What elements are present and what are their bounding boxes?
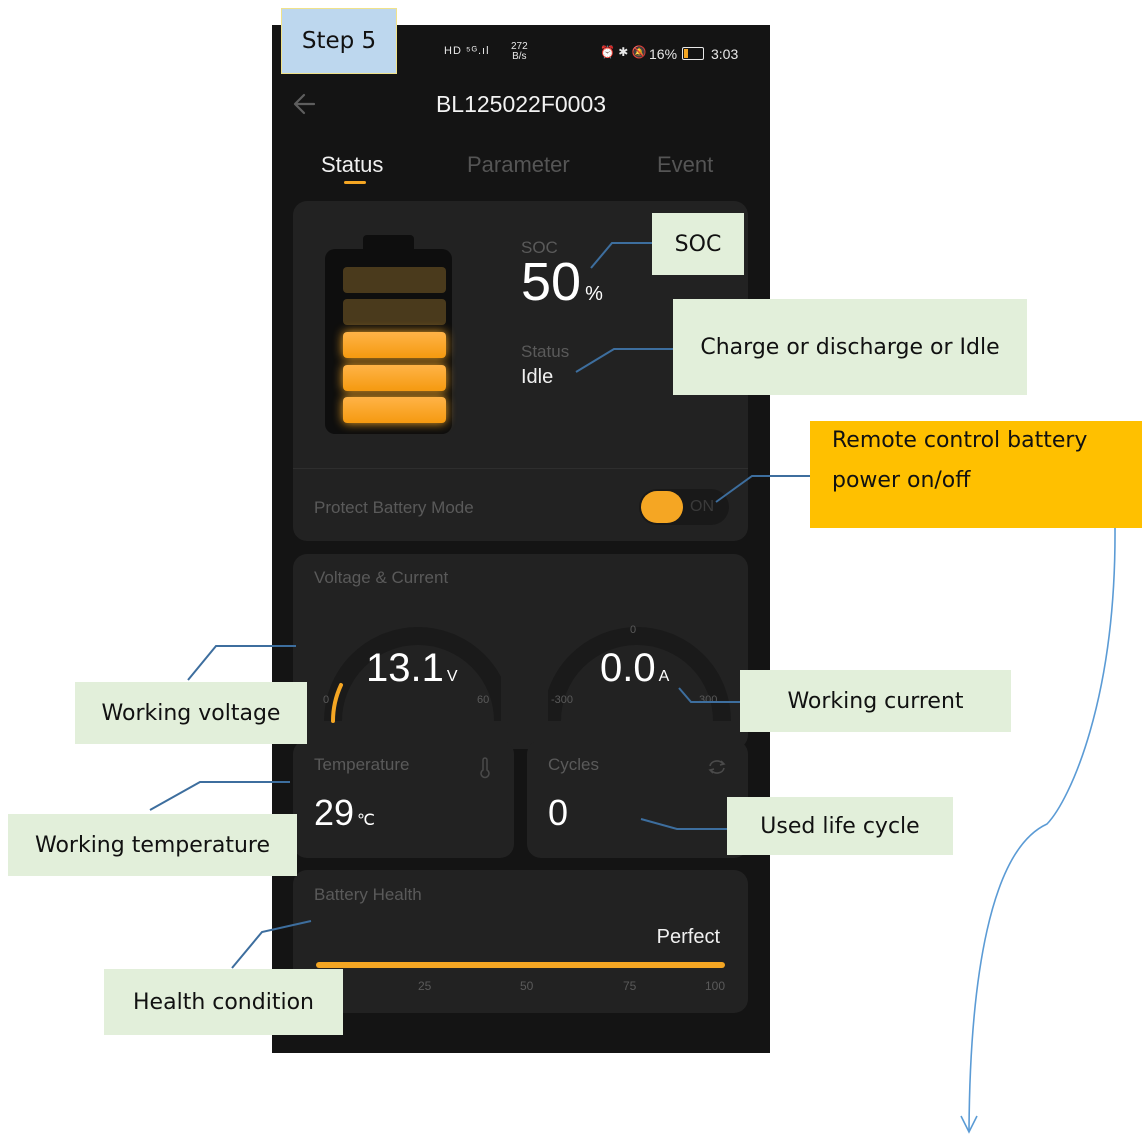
voltage-max: 60 xyxy=(477,694,490,706)
soc-number: 50 xyxy=(521,252,582,312)
temperature-number: 29 xyxy=(314,792,355,833)
voltage-current-title: Voltage & Current xyxy=(314,568,449,587)
current-number: 0.0 xyxy=(600,646,656,690)
cycles-card: Cycles 0 xyxy=(527,740,748,858)
battery-segment-empty xyxy=(343,299,446,325)
tab-event[interactable]: Event xyxy=(657,152,713,178)
toggle-text: ON xyxy=(690,498,714,515)
cycle-icon xyxy=(708,760,726,774)
current-unit: A xyxy=(658,668,670,685)
phone-battery-icon xyxy=(682,47,704,60)
battery-segment-full xyxy=(343,397,446,423)
cycles-title: Cycles xyxy=(548,755,600,774)
soc-annotation: SOC xyxy=(652,213,744,275)
remote-control-line2: power on/off xyxy=(832,468,971,493)
protect-mode-toggle[interactable]: ON xyxy=(639,489,729,525)
health-bar-track xyxy=(316,962,725,968)
temperature-title: Temperature xyxy=(314,755,410,774)
health-condition-annotation: Health condition xyxy=(104,969,343,1035)
phone-battery-percent: 16% xyxy=(649,46,678,62)
battery-segment-full xyxy=(343,332,446,358)
temperature-card: Temperature 29 ℃ xyxy=(293,740,514,858)
health-tick: 25 xyxy=(418,979,432,993)
network-indicator: HD ⁵ᴳ.ıl xyxy=(444,45,490,57)
current-max: 300 xyxy=(699,694,718,706)
thermometer-icon xyxy=(480,757,490,779)
current-min: -300 xyxy=(551,694,574,706)
page-title: BL125022F0003 xyxy=(435,91,607,117)
tab-parameter[interactable]: Parameter xyxy=(467,152,570,178)
battery-cap xyxy=(363,235,414,249)
temperature-unit: ℃ xyxy=(357,812,376,829)
health-tick: 100 xyxy=(705,979,726,993)
system-icons: ⏰ ✱ 🔕 xyxy=(600,45,647,59)
network-speed: 272 B/s xyxy=(511,42,528,62)
working-temperature-annotation: Working temperature xyxy=(8,814,297,876)
voltage-current-card: Voltage & Current 13.1 V 0 60 0 0.0 A -300… xyxy=(293,554,748,749)
remote-control-annotation: Remote control battery power on/off xyxy=(810,421,1142,528)
cycles-value: 0 xyxy=(548,792,569,833)
active-tab-indicator xyxy=(344,181,366,184)
temperature-value: 29 ℃ xyxy=(314,792,375,834)
current-value: 0.0 A xyxy=(600,646,669,691)
health-status: Perfect xyxy=(656,926,720,948)
health-tick: 50 xyxy=(520,979,534,993)
speed-unit: B/s xyxy=(512,51,527,62)
divider xyxy=(293,468,748,469)
working-current-annotation: Working current xyxy=(740,670,1011,732)
clock: 3:03 xyxy=(711,46,739,62)
battery-segment-empty xyxy=(343,267,446,293)
battery-segment-full xyxy=(343,365,446,391)
phone-screen: HD ⁵ᴳ.ıl 272 B/s ⏰ ✱ 🔕 16% 3:03 BL125022… xyxy=(272,25,770,1053)
soc-value: 50% xyxy=(521,251,603,313)
voltage-unit: V xyxy=(446,668,458,685)
health-tick: 75 xyxy=(623,979,637,993)
remote-control-line1: Remote control battery xyxy=(832,428,1088,453)
voltage-min: 0 xyxy=(323,694,330,706)
status-value: Idle xyxy=(521,366,554,388)
working-voltage-annotation: Working voltage xyxy=(75,682,307,744)
status-label: Status xyxy=(521,342,570,361)
health-bar-fill xyxy=(316,962,725,968)
status-annotation: Charge or discharge or Idle xyxy=(673,299,1027,395)
soc-unit: % xyxy=(585,283,603,305)
protect-mode-label: Protect Battery Mode xyxy=(314,498,474,517)
battery-graphic xyxy=(325,235,452,434)
voltage-value: 13.1 V xyxy=(366,646,458,691)
tab-status[interactable]: Status xyxy=(321,152,383,178)
used-life-cycle-annotation: Used life cycle xyxy=(727,797,953,855)
step-label: Step 5 xyxy=(281,8,397,74)
health-title: Battery Health xyxy=(314,885,422,904)
battery-health-card: Battery Health Perfect 25 50 75 100 xyxy=(293,870,748,1013)
toggle-knob xyxy=(641,491,683,523)
voltage-number: 13.1 xyxy=(366,646,444,690)
current-mid: 0 xyxy=(630,624,637,636)
